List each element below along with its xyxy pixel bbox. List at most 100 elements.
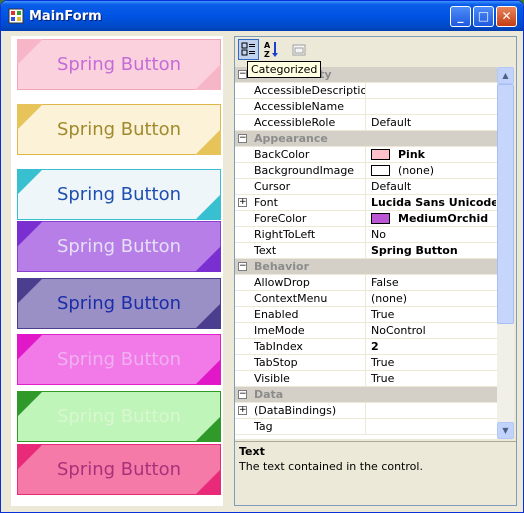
close-button[interactable]: ✕ [496, 6, 517, 27]
property-row[interactable]: AllowDrop False [235, 275, 497, 291]
property-row[interactable]: ForeColor MediumOrchid [235, 211, 497, 227]
property-name: ContextMenu [252, 291, 366, 307]
property-value[interactable]: False [368, 275, 496, 291]
spring-button[interactable]: Spring Button [17, 444, 221, 495]
spring-button[interactable]: Spring Button [17, 278, 221, 329]
property-value[interactable]: Default [368, 179, 496, 195]
spring-button-label: Spring Button [56, 406, 182, 427]
chevron-up-icon: ▲ [502, 71, 509, 80]
maximize-icon: □ [477, 9, 490, 23]
property-name: AllowDrop [252, 275, 366, 291]
property-name: Text [252, 243, 366, 259]
alphabetical-button[interactable]: A Z [261, 39, 282, 60]
property-value[interactable]: True [368, 307, 496, 323]
expand-icon[interactable]: + [238, 198, 247, 207]
property-row[interactable]: TabIndex 2 [235, 339, 497, 355]
property-value-text: No [371, 228, 386, 241]
expand-icon[interactable]: + [238, 406, 247, 415]
close-icon: ✕ [501, 9, 512, 23]
property-row[interactable]: + (DataBindings) [235, 403, 497, 419]
property-row[interactable]: Cursor Default [235, 179, 497, 195]
property-scrollbar[interactable]: ▲ ▼ [497, 67, 514, 439]
property-row[interactable]: AccessibleDescription [235, 83, 497, 99]
title-bar[interactable]: MainForm _ □ ✕ [1, 1, 523, 31]
property-pages-button[interactable] [288, 39, 309, 60]
spring-button-label: Spring Button [56, 54, 182, 75]
svg-text:A: A [264, 41, 271, 50]
category-row[interactable]: − Appearance [235, 131, 497, 147]
property-value-text: 2 [371, 340, 379, 353]
property-value-text: Spring Button [371, 244, 458, 257]
spring-button[interactable]: Spring Button [17, 104, 221, 155]
property-value[interactable]: True [368, 355, 496, 371]
spring-button[interactable]: Spring Button [17, 39, 221, 90]
property-value[interactable]: Default [368, 115, 496, 131]
property-value[interactable] [368, 419, 496, 435]
property-value[interactable]: 2 [368, 339, 496, 355]
maximize-button[interactable]: □ [473, 6, 494, 27]
property-name: AccessibleName [252, 99, 366, 115]
property-value[interactable]: NoControl [368, 323, 496, 339]
scroll-up-button[interactable]: ▲ [497, 67, 514, 84]
property-value[interactable]: (none) [368, 163, 496, 179]
property-row[interactable]: RightToLeft No [235, 227, 497, 243]
corner-fold-top [17, 104, 43, 130]
collapse-icon[interactable]: − [238, 390, 247, 399]
collapse-icon[interactable]: − [238, 70, 247, 79]
spring-button[interactable]: Spring Button [17, 169, 221, 220]
property-name: TabIndex [252, 339, 366, 355]
corner-fold-top [17, 278, 43, 304]
corner-fold-bottom [195, 129, 221, 155]
property-row[interactable]: AccessibleName [235, 99, 497, 115]
property-name: AccessibleDescription [254, 83, 366, 99]
client-area: Spring Button Spring Button Spring Button S… [5, 31, 519, 510]
corner-fold-bottom [195, 416, 221, 442]
category-row[interactable]: − Behavior [235, 259, 497, 275]
property-name: ImeMode [252, 323, 366, 339]
property-value-text: True [371, 356, 395, 369]
scroll-down-button[interactable]: ▼ [497, 422, 514, 439]
property-value-text: (none) [371, 292, 408, 305]
property-value[interactable]: MediumOrchid [368, 211, 496, 227]
property-row[interactable]: BackColor Pink [235, 147, 497, 163]
property-row[interactable]: Enabled True [235, 307, 497, 323]
spring-button[interactable]: Spring Button [17, 391, 221, 442]
property-row[interactable]: BackgroundImage (none) [235, 163, 497, 179]
property-row[interactable]: Visible True [235, 371, 497, 387]
collapse-icon[interactable]: − [238, 134, 247, 143]
spring-button[interactable]: Spring Button [17, 221, 221, 272]
property-value-text: Pink [398, 148, 425, 161]
main-window: MainForm _ □ ✕ Spring Button Spring Butto… [0, 0, 524, 513]
minimize-button[interactable]: _ [450, 6, 471, 27]
property-row[interactable]: ImeMode NoControl [235, 323, 497, 339]
property-row[interactable]: AccessibleRole Default [235, 115, 497, 131]
property-row[interactable]: ContextMenu (none) [235, 291, 497, 307]
property-row[interactable]: Text Spring Button [235, 243, 497, 259]
property-value-text: (none) [398, 164, 435, 177]
spring-button[interactable]: Spring Button [17, 334, 221, 385]
categorized-button[interactable] [238, 39, 259, 60]
property-value[interactable] [368, 83, 496, 99]
property-value-text: NoControl [371, 324, 426, 337]
property-name: Tag [252, 419, 366, 435]
property-row[interactable]: Tag [235, 419, 497, 435]
corner-fold-top [17, 169, 43, 195]
spring-button-label: Spring Button [56, 119, 182, 140]
property-value-text: Lucida Sans Unicode; 12pt [371, 196, 496, 209]
property-row[interactable]: TabStop True [235, 355, 497, 371]
property-row[interactable]: + Font Lucida Sans Unicode; 12pt [235, 195, 497, 211]
collapse-icon[interactable]: − [238, 262, 247, 271]
scroll-thumb[interactable] [497, 84, 514, 324]
property-value[interactable] [368, 99, 496, 115]
property-value[interactable]: No [368, 227, 496, 243]
property-value[interactable] [368, 403, 496, 419]
spring-button-label: Spring Button [56, 293, 182, 314]
property-value[interactable]: Pink [368, 147, 496, 163]
property-value[interactable]: True [368, 371, 496, 387]
category-row[interactable]: − Data [235, 387, 497, 403]
help-title: Text [239, 445, 265, 458]
corner-fold-top [17, 391, 43, 417]
property-value[interactable]: (none) [368, 291, 496, 307]
property-value[interactable]: Lucida Sans Unicode; 12pt [368, 195, 496, 211]
property-value[interactable]: Spring Button [368, 243, 496, 259]
